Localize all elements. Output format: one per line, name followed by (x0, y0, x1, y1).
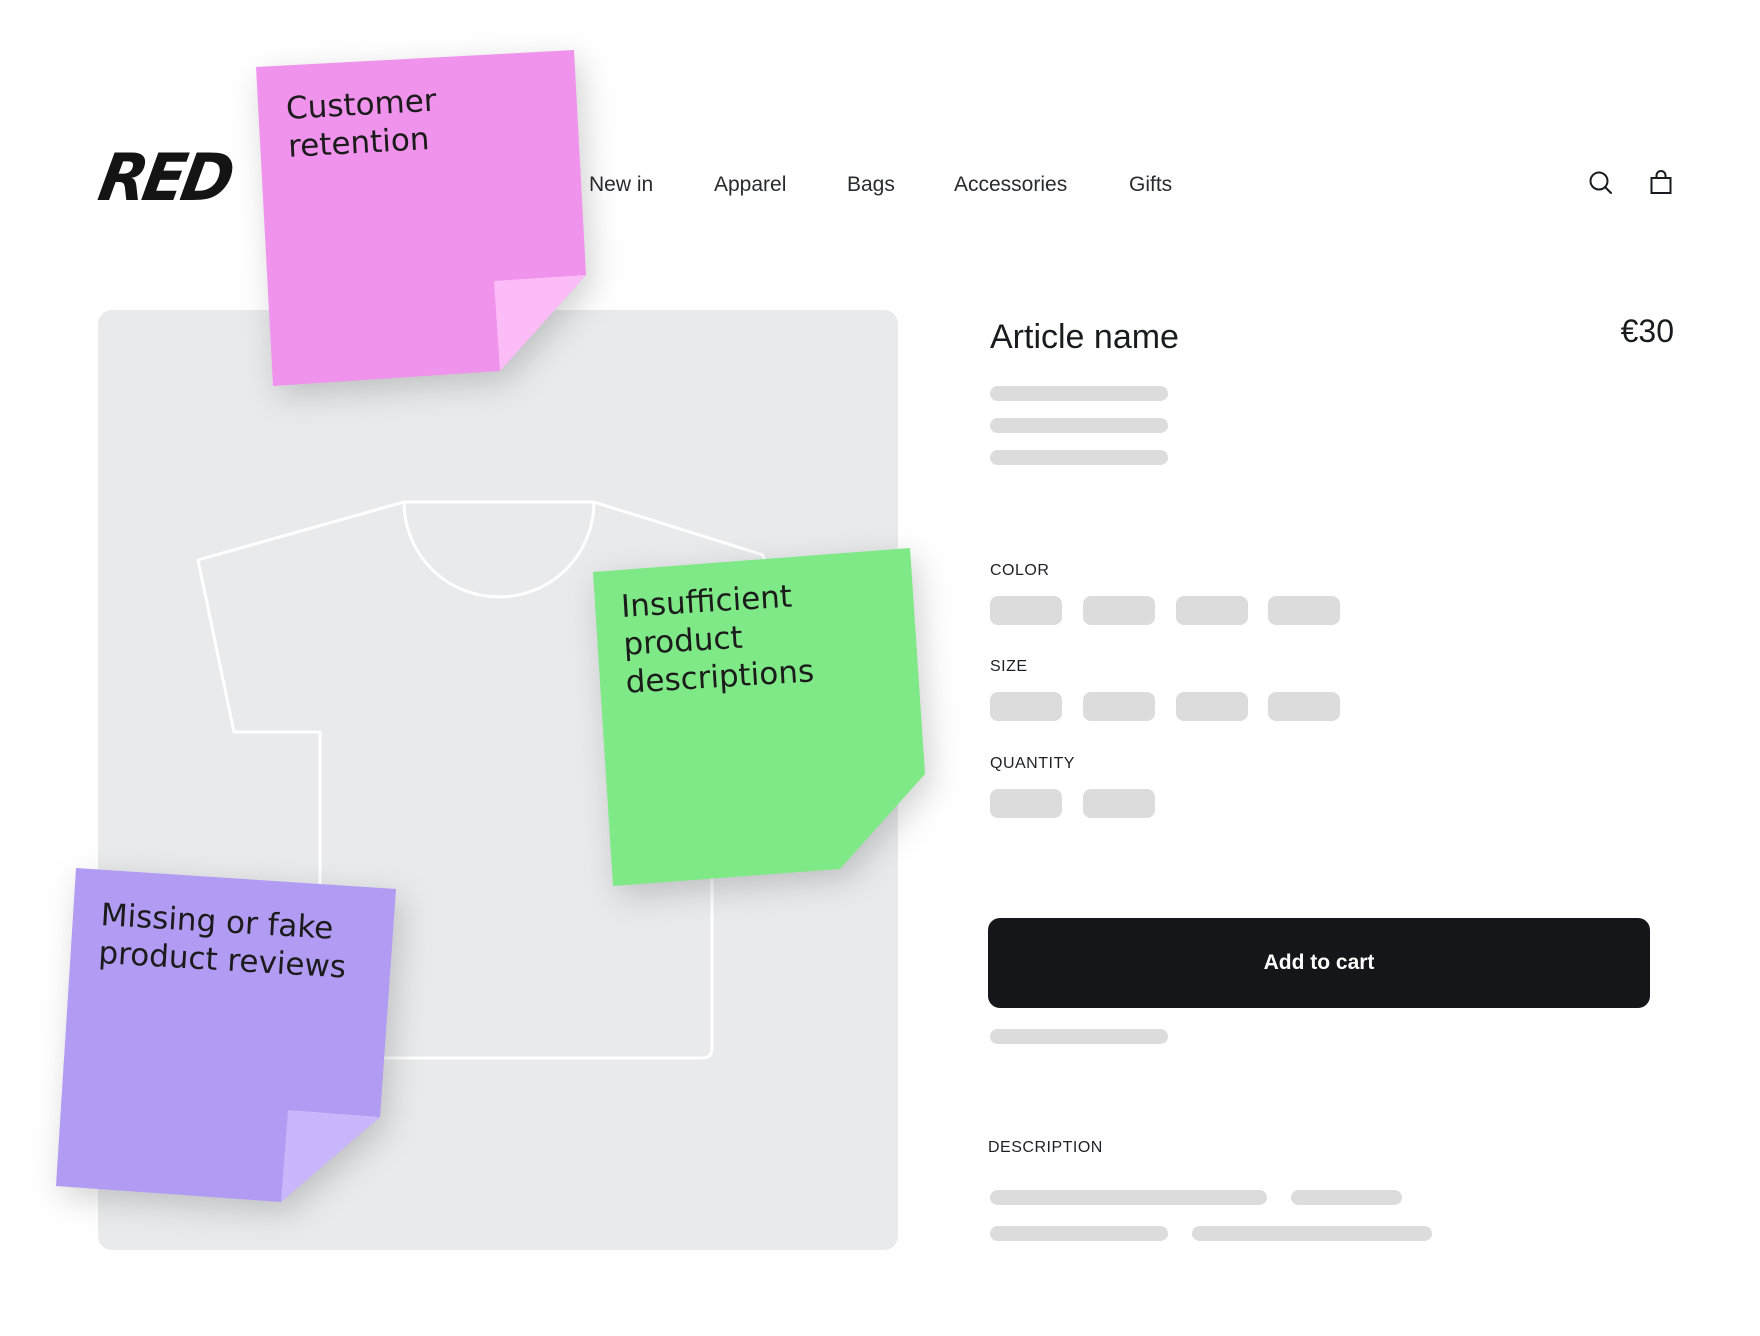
size-option[interactable] (1268, 692, 1340, 721)
add-to-cart-button[interactable]: Add to cart (988, 918, 1650, 1008)
sticky-note-customer-retention: Customer retention (250, 48, 590, 388)
sticky-note-fake-reviews: Missing or fake product reviews (52, 866, 402, 1206)
shopping-bag-icon[interactable] (1646, 168, 1676, 198)
color-option[interactable] (1176, 596, 1248, 625)
product-page: RED New in Apparel Bags Accessories Gift… (0, 0, 1760, 1336)
color-option[interactable] (990, 596, 1062, 625)
size-option[interactable] (990, 692, 1062, 721)
color-option[interactable] (1268, 596, 1340, 625)
sticky-note-insufficient-descriptions: Insufficient product descriptions (590, 546, 930, 891)
quantity-option[interactable] (990, 789, 1062, 818)
size-option[interactable] (1176, 692, 1248, 721)
skeleton-line (1291, 1190, 1402, 1205)
skeleton-line (990, 1226, 1168, 1241)
nav-item-accessories[interactable]: Accessories (954, 170, 1067, 200)
price: €30 (1620, 313, 1674, 349)
article-name: Article name (990, 318, 1179, 356)
note-text: Customer retention (285, 82, 438, 165)
skeleton-line (990, 1190, 1267, 1205)
quantity-label: QUANTITY (990, 755, 1075, 772)
description-label: DESCRIPTION (988, 1139, 1103, 1156)
size-label: SIZE (990, 658, 1028, 675)
nav-item-bags[interactable]: Bags (847, 170, 895, 200)
brand-logo[interactable]: RED (93, 139, 236, 216)
nav-item-gifts[interactable]: Gifts (1129, 170, 1172, 200)
nav-item-new-in[interactable]: New in (589, 170, 653, 200)
color-option[interactable] (1083, 596, 1155, 625)
note-text: Insufficient product descriptions (620, 578, 816, 701)
skeleton-line (990, 450, 1168, 465)
skeleton-line (1192, 1226, 1432, 1241)
note-text: Missing or fake product reviews (97, 896, 348, 986)
skeleton-line (990, 1029, 1168, 1044)
size-option[interactable] (1083, 692, 1155, 721)
search-icon[interactable] (1586, 168, 1616, 198)
nav-item-apparel[interactable]: Apparel (714, 170, 786, 200)
quantity-option[interactable] (1083, 789, 1155, 818)
skeleton-line (990, 418, 1168, 433)
color-label: COLOR (990, 562, 1050, 579)
skeleton-line (990, 386, 1168, 401)
